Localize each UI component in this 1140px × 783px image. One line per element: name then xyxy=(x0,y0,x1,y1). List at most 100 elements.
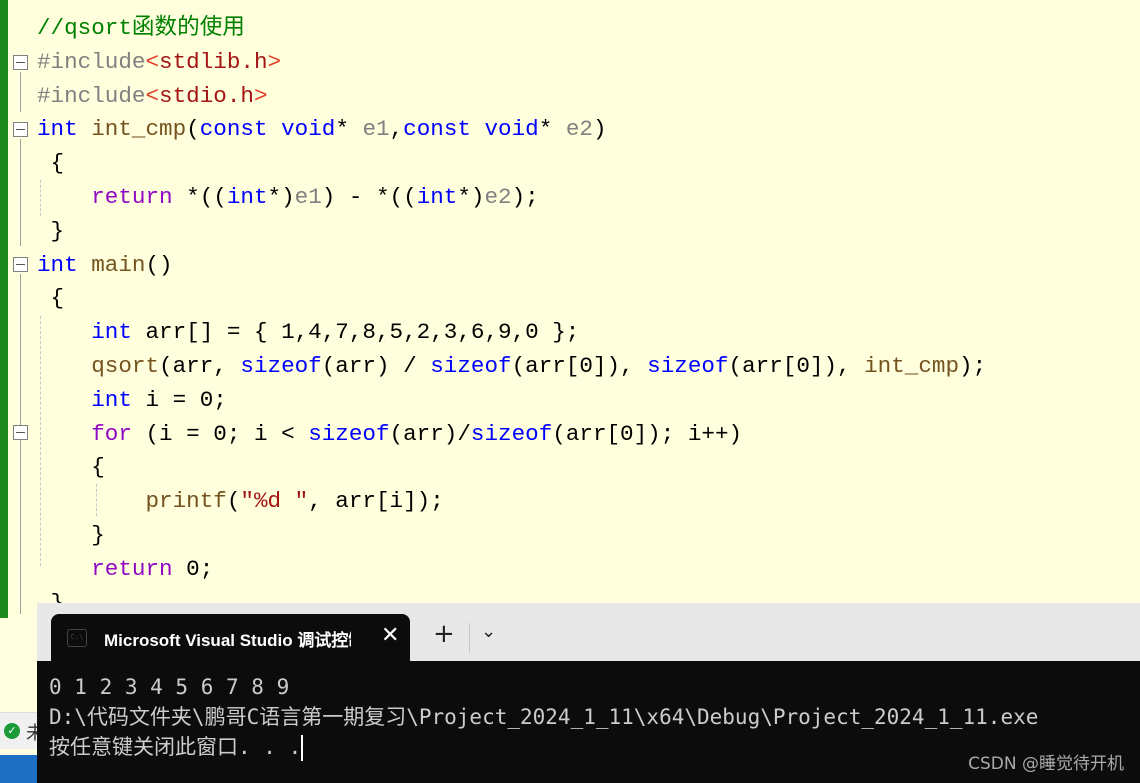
code-token: { xyxy=(37,285,65,312)
fold-toggle-icon[interactable] xyxy=(13,122,28,137)
code-token: const xyxy=(403,116,471,143)
code-token: < xyxy=(145,82,160,109)
fold-toggle-icon[interactable] xyxy=(13,257,28,272)
terminal-tab[interactable]: C:\ Microsoft Visual Studio 调试控制台 ✕ xyxy=(51,614,410,662)
code-token: int xyxy=(91,386,132,413)
output-line: 按任意键关闭此窗口. . . xyxy=(49,732,304,762)
change-indicator-bar xyxy=(0,0,8,618)
terminal-window[interactable]: C:\ Microsoft Visual Studio 调试控制台 ✕ + ⌄ … xyxy=(37,603,1140,783)
code-token: ); xyxy=(511,184,539,210)
code-token: , xyxy=(389,116,404,143)
output-line: 0 1 2 3 4 5 6 7 8 9 xyxy=(49,675,290,699)
code-line[interactable]: { xyxy=(37,281,65,315)
code-token: sizeof xyxy=(240,353,322,379)
code-token: sizeof xyxy=(308,420,390,447)
code-token: < xyxy=(145,48,160,75)
fold-toggle-icon[interactable] xyxy=(13,55,28,70)
code-token: () xyxy=(145,251,173,278)
code-line[interactable]: qsort(arr, sizeof(arr) / sizeof(arr[0]),… xyxy=(37,349,986,383)
code-token: ( xyxy=(226,488,241,515)
code-token: (i = 0; i < xyxy=(131,420,309,447)
code-line[interactable]: #include<stdio.h> xyxy=(37,79,268,113)
code-line[interactable]: #include<stdlib.h> xyxy=(37,45,281,79)
code-token: int xyxy=(226,184,268,210)
code-token: (arr[0]), xyxy=(728,353,865,379)
fold-guide xyxy=(20,274,21,614)
code-line[interactable]: for (i = 0; i < sizeof(arr)/sizeof(arr[0… xyxy=(37,417,742,451)
code-token: (arr)/ xyxy=(389,420,471,447)
code-editor[interactable]: //qsort函数的使用 #include<stdlib.h> #include<s… xyxy=(0,0,1140,618)
fold-toggle-icon[interactable] xyxy=(13,425,28,440)
code-token: *) xyxy=(457,184,485,210)
code-token: stdio.h xyxy=(159,82,254,109)
indent-guide xyxy=(40,180,41,216)
code-token: main xyxy=(91,251,146,278)
code-line[interactable]: int i = 0; xyxy=(37,383,227,417)
indent-guide xyxy=(40,316,41,566)
code-token: ) xyxy=(592,116,607,143)
code-line[interactable]: printf("%d ", arr[i]); xyxy=(37,484,444,518)
code-token: ); xyxy=(959,353,987,379)
code-line[interactable]: } xyxy=(37,518,105,552)
code-token: > xyxy=(267,48,282,75)
code-line[interactable]: { xyxy=(37,450,105,484)
code-token: return xyxy=(91,555,173,582)
close-icon[interactable]: ✕ xyxy=(381,623,399,648)
code-line[interactable]: int main() xyxy=(37,248,173,282)
code-line[interactable]: return *((int*)e1) - *((int*)e2); xyxy=(37,180,539,214)
code-token: for xyxy=(91,420,132,447)
code-token: e1 xyxy=(294,184,322,210)
taskbar-strip xyxy=(0,755,37,783)
code-token: , arr[i]); xyxy=(308,488,444,515)
code-token: int_cmp xyxy=(91,116,187,143)
code-token: void xyxy=(281,116,336,143)
code-token: qsort xyxy=(91,353,160,379)
divider xyxy=(469,623,470,653)
code-line[interactable]: return 0; xyxy=(37,552,213,586)
code-token: *) xyxy=(267,184,295,210)
code-token: i = 0; xyxy=(131,386,227,413)
terminal-output[interactable]: 0 1 2 3 4 5 6 7 8 9 D:\代码文件夹\鹏哥C语言第一期复习\… xyxy=(37,661,1140,783)
code-token: sizeof xyxy=(430,353,512,379)
code-token: e2 xyxy=(565,116,593,143)
code-token: *(( xyxy=(172,184,227,210)
code-token: * xyxy=(335,116,363,143)
code-token: ) - *(( xyxy=(321,184,417,210)
code-token: int xyxy=(37,251,78,278)
indent-guide xyxy=(96,484,97,516)
code-token: //qsort函数的使用 xyxy=(37,15,245,41)
code-line[interactable]: } xyxy=(37,214,65,248)
fold-guide xyxy=(20,139,21,246)
code-line[interactable]: int arr[] = { 1,4,7,8,5,2,3,6,9,0 }; xyxy=(37,315,579,349)
code-token: (arr[0]), xyxy=(511,353,648,379)
code-token: int_cmp xyxy=(864,353,960,379)
watermark: CSDN @睡觉待开机 xyxy=(968,754,1124,774)
code-token: { xyxy=(37,454,105,481)
code-token: e2 xyxy=(484,184,512,210)
text-cursor xyxy=(301,735,304,761)
code-token: (arr, xyxy=(159,353,241,379)
code-token: { xyxy=(37,150,65,177)
code-token: int xyxy=(37,116,78,143)
code-token: * xyxy=(538,116,566,143)
code-line[interactable]: int int_cmp(const void* e1,const void* e… xyxy=(37,112,607,146)
code-token: int xyxy=(416,184,458,210)
code-token: #include xyxy=(37,82,146,109)
code-token: } xyxy=(37,522,105,548)
code-token: } xyxy=(37,217,65,244)
new-tab-button[interactable]: + xyxy=(433,621,455,647)
code-token: > xyxy=(253,82,268,109)
chevron-down-icon[interactable]: ⌄ xyxy=(481,621,496,642)
code-line[interactable]: { xyxy=(37,146,65,180)
code-line[interactable]: //qsort函数的使用 xyxy=(37,11,245,45)
code-token: sizeof xyxy=(647,353,729,379)
